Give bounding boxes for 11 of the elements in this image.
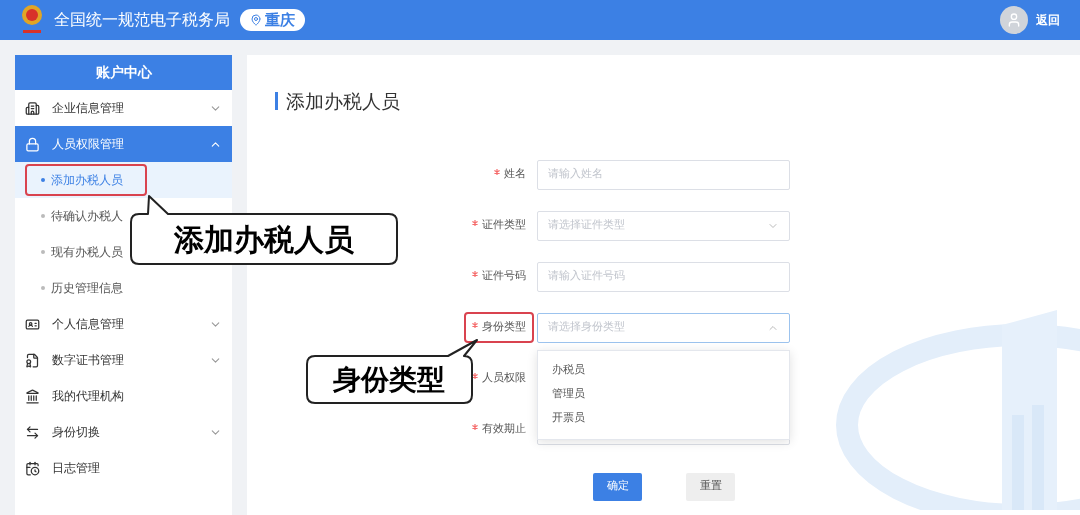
page-title: 添加办税人员 <box>286 89 400 114</box>
field-label: 证件类型 <box>472 217 526 234</box>
field-label: 姓名 <box>494 166 526 183</box>
field-label: 有效期止 <box>472 421 526 438</box>
sidebar-title: 账户中心 <box>15 55 232 90</box>
field-label: 人员权限 <box>472 370 526 387</box>
callout-text: 添加办税人员 <box>174 220 354 259</box>
site-title: 全国统一规范电子税务局 <box>54 9 230 31</box>
field-label: 身份类型 <box>464 312 534 343</box>
callout-text: 身份类型 <box>333 361 445 398</box>
field-label: 证件号码 <box>472 268 526 285</box>
